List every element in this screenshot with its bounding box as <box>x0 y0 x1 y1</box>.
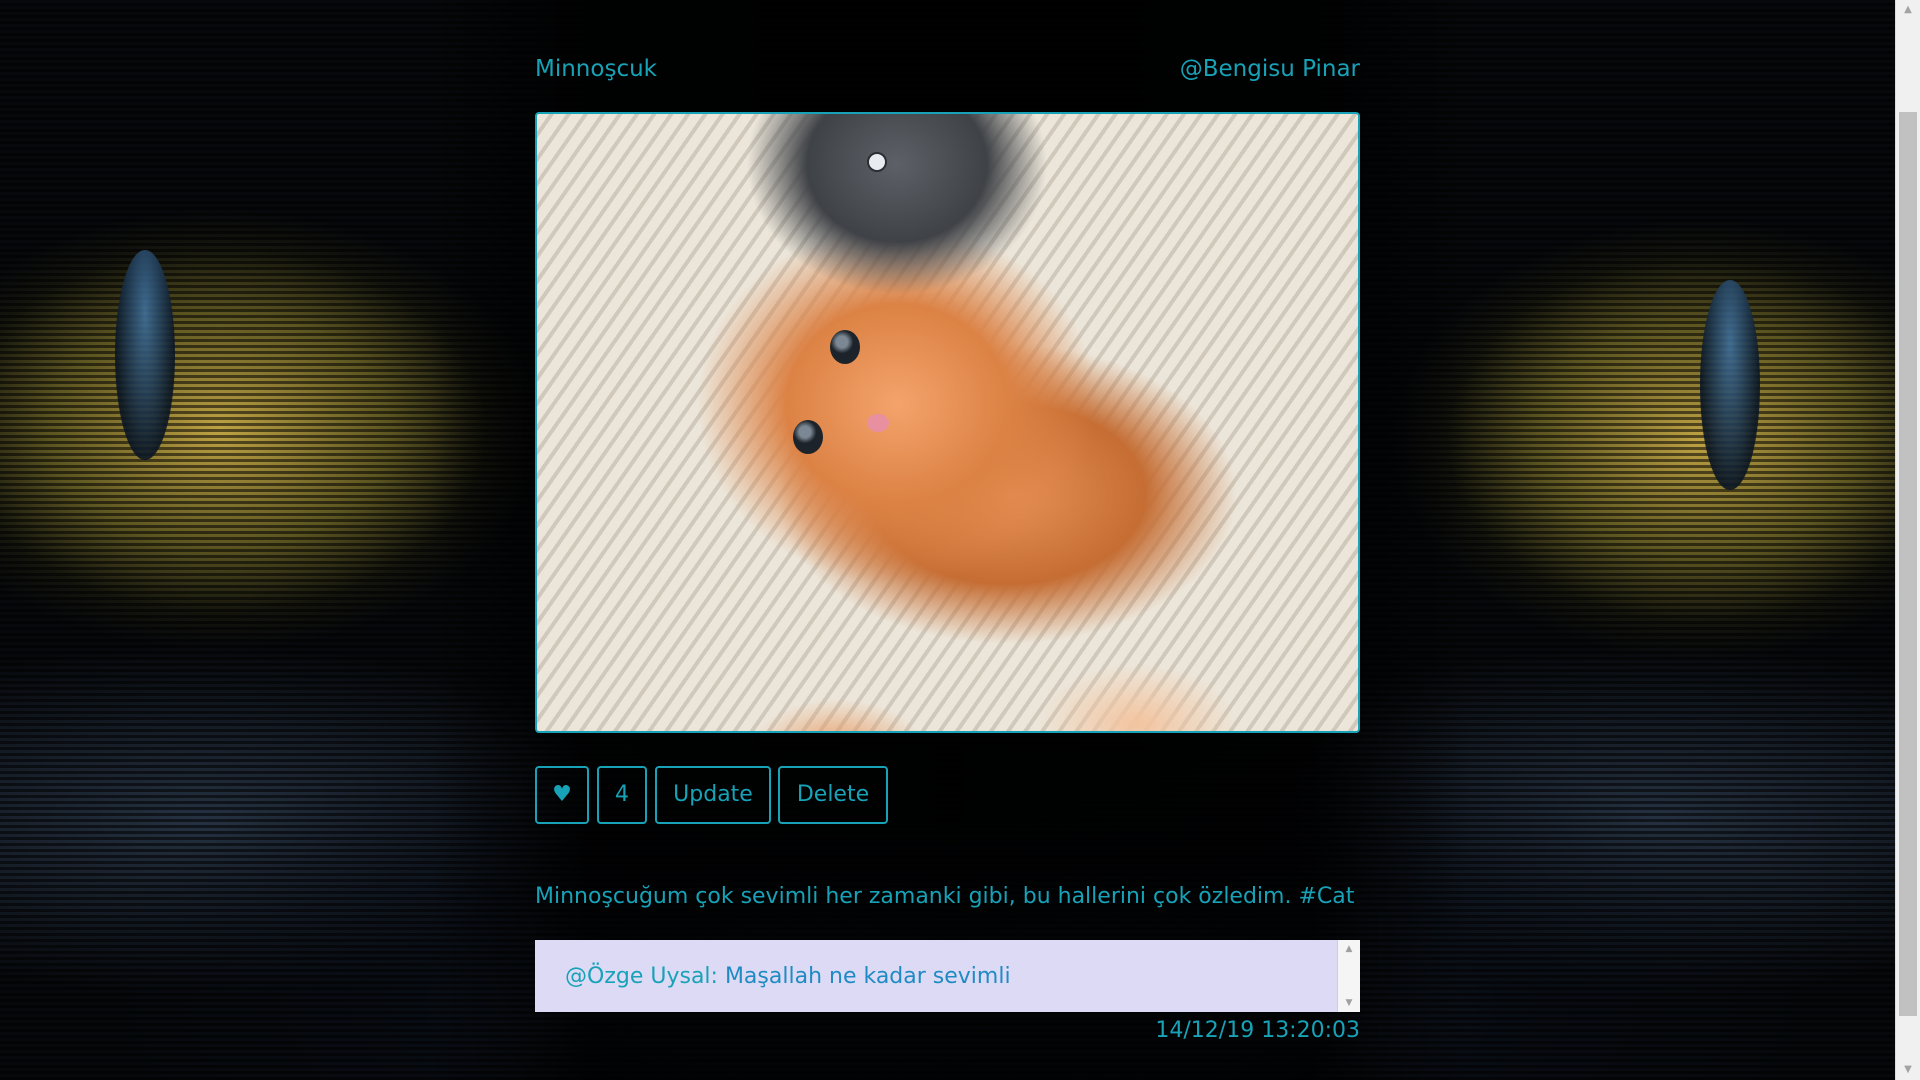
post-header: Minnoşcuk @Bengisu Pinar <box>535 56 1360 86</box>
toy-mouse-eye <box>867 152 887 172</box>
scroll-down-icon[interactable]: ▼ <box>1896 1060 1920 1080</box>
kitten-eye <box>830 330 860 364</box>
left-cat-eye <box>115 250 175 460</box>
comment-text: Maşallah ne kadar sevimli <box>724 964 1011 989</box>
post-author[interactable]: @Bengisu Pinar <box>1180 56 1360 82</box>
comments-scrollbar[interactable]: ▲ ▼ <box>1337 940 1360 1012</box>
scroll-down-icon[interactable]: ▼ <box>1338 994 1360 1012</box>
page-scrollbar[interactable]: ▲ ▼ <box>1895 0 1920 1080</box>
scroll-thumb[interactable] <box>1899 112 1917 1016</box>
scroll-up-icon[interactable]: ▲ <box>1896 0 1920 20</box>
kitten-eye <box>793 420 823 454</box>
heart-icon: ♥ <box>552 782 572 807</box>
like-button[interactable]: ♥ <box>535 766 589 824</box>
comment-author[interactable]: @Özge Uysal: <box>565 964 718 989</box>
like-count-button[interactable]: 4 <box>597 766 647 824</box>
update-button[interactable]: Update <box>655 766 771 824</box>
scroll-up-icon[interactable]: ▲ <box>1338 940 1360 958</box>
kitten-nose <box>867 414 889 432</box>
post-timestamp: 14/12/19 13:20:03 <box>1155 1018 1360 1043</box>
post-title[interactable]: Minnoşcuk <box>535 56 657 82</box>
post-photo <box>535 112 1360 733</box>
right-cat-eye <box>1700 280 1760 490</box>
post-caption: Minnoşcuğum çok sevimli her zamanki gibi… <box>535 884 1355 909</box>
comment-item: @Özge Uysal: Maşallah ne kadar sevimli <box>565 964 1011 989</box>
comments-box[interactable]: @Özge Uysal: Maşallah ne kadar sevimli ▲… <box>535 940 1360 1012</box>
delete-button[interactable]: Delete <box>778 766 888 824</box>
